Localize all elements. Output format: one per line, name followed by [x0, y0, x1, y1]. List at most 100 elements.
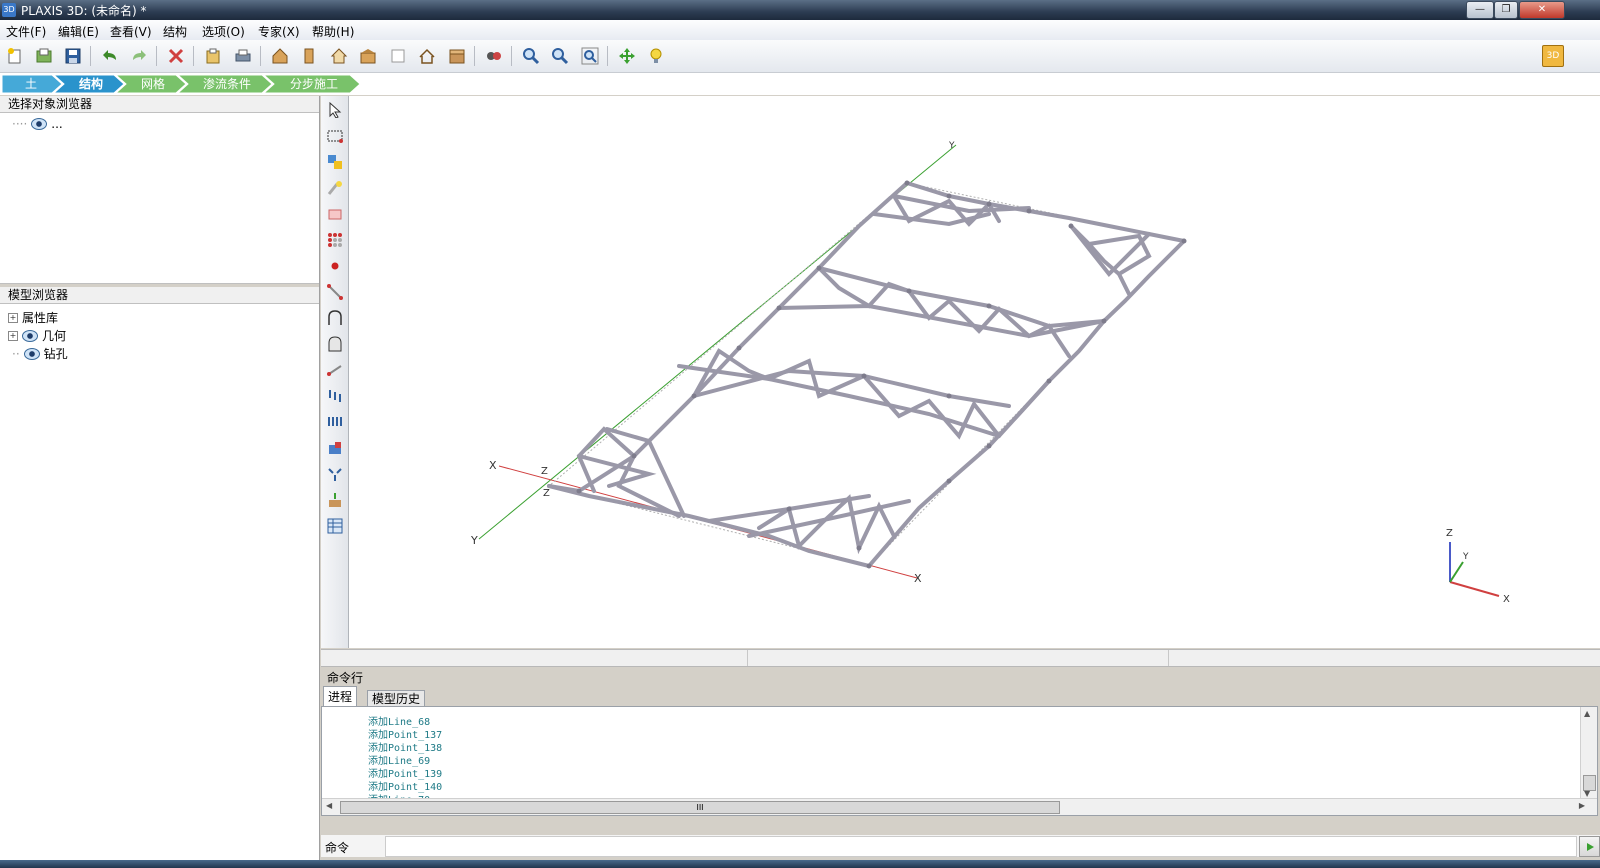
drain-icon[interactable] [325, 490, 345, 510]
tab-mesh[interactable]: 网格 [126, 75, 180, 93]
zoom-fit-icon[interactable] [579, 45, 601, 67]
create-load-icon[interactable] [325, 386, 345, 406]
tree-item-label: 钻孔 [43, 347, 68, 361]
mode-tabs: 土 结构 网格 渗流条件 分步施工 [0, 73, 1600, 95]
tree-item-materials[interactable]: + 属性库 [8, 309, 58, 326]
create-array-icon[interactable] [325, 230, 345, 250]
scroll-left-icon: ◀ [326, 801, 333, 810]
hide-show-icon[interactable] [483, 45, 505, 67]
view-box-icon[interactable] [446, 45, 468, 67]
menu-bar: 文件(F) 编辑(E) 查看(V) 结构 选项(O) 专家(X) 帮助(H) [0, 20, 1600, 40]
tab-flow-conditions[interactable]: 渗流条件 [188, 75, 266, 93]
view-house-icon[interactable] [269, 45, 291, 67]
menu-options[interactable]: 选项(O) [202, 23, 245, 40]
new-project-icon[interactable] [4, 45, 26, 67]
tree-item-boreholes[interactable]: ·· 钻孔 [12, 345, 68, 362]
3d-viewport[interactable]: Y Y X X Z Z Z Y X [349, 96, 1600, 648]
table-view-icon[interactable] [325, 516, 345, 536]
create-point-icon[interactable] [325, 256, 345, 276]
truss-model-drawing: Y Y X X Z Z Z Y X [470, 141, 1510, 605]
view-roof-icon[interactable] [416, 45, 438, 67]
print-icon[interactable] [232, 45, 254, 67]
tab-soil[interactable]: 土 [10, 75, 52, 93]
truss-members [547, 181, 1186, 568]
main-toolbar: 3D [0, 40, 1600, 73]
redo-icon[interactable] [128, 45, 150, 67]
create-beam-icon[interactable] [325, 282, 345, 302]
scroll-down-icon: ▼ [1584, 789, 1591, 798]
status-cell [321, 650, 748, 666]
menu-edit[interactable]: 编辑(E) [58, 23, 99, 40]
x-axis-label-right: X [914, 572, 922, 585]
svg-text:Z: Z [1446, 528, 1453, 539]
y-axis-label-bottom: Y [470, 534, 478, 547]
well-icon[interactable] [325, 464, 345, 484]
line-load-icon[interactable] [325, 412, 345, 432]
move-icon[interactable] [616, 45, 638, 67]
maximize-button[interactable]: ❐ [1494, 1, 1518, 19]
status-cell [748, 650, 1169, 666]
y-axis-label-top: Y [948, 141, 955, 151]
menu-help[interactable]: 帮助(H) [312, 23, 354, 40]
view-top-icon[interactable] [328, 45, 350, 67]
select-rectangle-icon[interactable] [325, 126, 345, 146]
run-command-button[interactable] [1579, 836, 1600, 857]
scroll-right-icon: ▶ [1578, 801, 1585, 810]
view-front-icon[interactable] [298, 45, 320, 67]
zoom-out-icon[interactable] [549, 45, 571, 67]
menu-file[interactable]: 文件(F) [6, 23, 46, 40]
log-vertical-scrollbar[interactable]: ▲ ▼ [1580, 707, 1597, 799]
log-horizontal-scrollbar[interactable]: ◀ III ▶ [322, 798, 1597, 815]
command-label: 命令 [325, 841, 350, 855]
viewport-status-bar [321, 649, 1600, 667]
menu-view[interactable]: 查看(V) [110, 23, 152, 40]
eye-icon[interactable] [23, 347, 40, 360]
eye-icon[interactable] [31, 118, 48, 130]
x-axis-label-left: X [489, 459, 497, 472]
menu-expert[interactable]: 专家(X) [258, 23, 300, 40]
tree-item-label: 几何 [42, 329, 67, 343]
z-axis-label-top: Z [541, 466, 548, 477]
view-iso-icon[interactable] [357, 45, 379, 67]
save-icon[interactable] [62, 45, 84, 67]
select-arrow-icon[interactable] [325, 100, 345, 120]
open-project-icon[interactable] [33, 45, 55, 67]
eye-icon[interactable] [22, 329, 38, 342]
scroll-up-icon: ▲ [1584, 709, 1591, 718]
selection-explorer-item[interactable]: ···· ... [12, 117, 63, 131]
tree-item-geometry[interactable]: + 几何 [8, 327, 66, 344]
hscroll-thumb[interactable]: III [340, 801, 1060, 814]
tab-progress[interactable]: 进程 [323, 686, 358, 708]
minimize-button[interactable]: — [1466, 1, 1494, 19]
move-object-icon[interactable] [325, 152, 345, 172]
zoom-in-icon[interactable] [520, 45, 542, 67]
window-title: PLAXIS 3D: (未命名) * [21, 4, 147, 18]
create-surface-icon[interactable] [325, 204, 345, 224]
close-button[interactable]: ✕ [1519, 1, 1565, 19]
command-panel-title: 命令行 [327, 671, 364, 685]
tab-model-history[interactable]: 模型历史 [367, 690, 426, 707]
expand-icon[interactable]: + [8, 330, 18, 341]
undo-icon[interactable] [99, 45, 121, 67]
lightbulb-icon[interactable] [645, 45, 667, 67]
orientation-triad: Z Y X [1446, 528, 1510, 605]
model-explorer-title: 模型浏览器 [0, 287, 319, 304]
create-line-icon[interactable] [325, 178, 345, 198]
create-tunnel-icon[interactable] [325, 308, 345, 328]
tab-staged-construction[interactable]: 分步施工 [274, 75, 354, 93]
expand-icon[interactable]: + [8, 312, 18, 323]
delete-icon[interactable] [165, 45, 187, 67]
command-input[interactable] [385, 836, 1577, 857]
svg-text:Y: Y [1462, 552, 1469, 562]
tunnel-designer-icon[interactable] [325, 334, 345, 354]
selection-explorer-title: 选择对象浏览器 [0, 96, 319, 113]
selection-item-label: ... [51, 117, 63, 131]
tab-structures[interactable]: 结构 [64, 75, 118, 93]
surface-load-icon[interactable] [325, 438, 345, 458]
command-log: 添加Line_68 添加Point_137 添加Point_138 添加Line… [321, 706, 1598, 816]
report-icon[interactable] [202, 45, 224, 67]
command-input-row: 命令 [321, 835, 1600, 857]
view-blank-icon[interactable] [387, 45, 409, 67]
create-anchor-icon[interactable] [325, 360, 345, 380]
menu-structure[interactable]: 结构 [163, 23, 187, 40]
